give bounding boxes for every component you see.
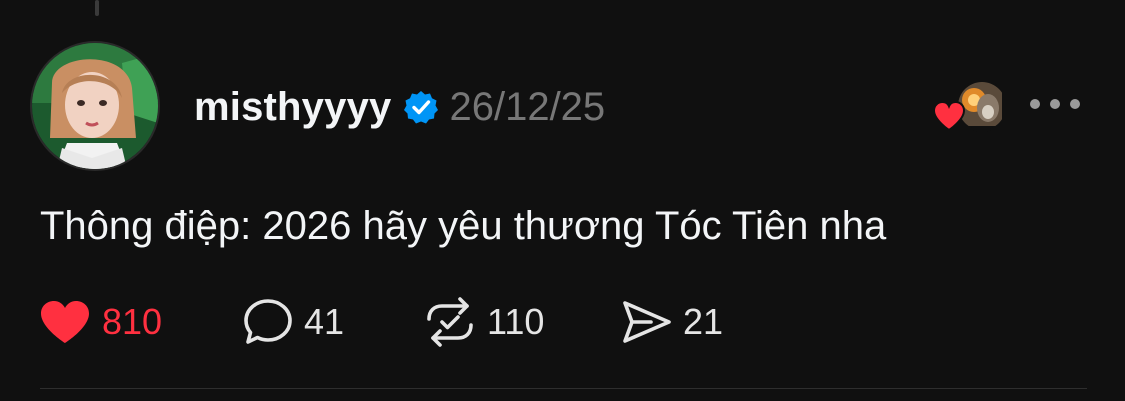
divider bbox=[40, 388, 1087, 389]
liked-by-avatars[interactable] bbox=[932, 80, 1008, 132]
repost-count: 110 bbox=[487, 301, 545, 342]
repost-icon bbox=[427, 297, 473, 347]
post-text: Thông điệp: 2026 hãy yêu thương Tóc Tiên… bbox=[40, 204, 887, 248]
action-bar: 810 41 110 21 bbox=[38, 296, 723, 348]
avatar[interactable] bbox=[30, 41, 160, 171]
username[interactable]: misthyyyy bbox=[194, 85, 391, 130]
like-count: 810 bbox=[102, 301, 163, 342]
share-count: 21 bbox=[683, 301, 724, 342]
repost-button[interactable]: 110 bbox=[423, 296, 621, 348]
more-dot bbox=[1070, 99, 1080, 109]
like-button[interactable]: 810 bbox=[38, 296, 242, 348]
share-button[interactable]: 21 bbox=[621, 296, 723, 348]
avatar-image bbox=[32, 43, 158, 169]
comment-icon bbox=[244, 299, 292, 344]
reply-button[interactable]: 41 bbox=[242, 296, 423, 348]
more-dot bbox=[1050, 99, 1060, 109]
heart-icon bbox=[41, 301, 89, 343]
post-timestamp: 26/12/25 bbox=[449, 84, 606, 129]
more-icon[interactable] bbox=[1030, 92, 1080, 116]
more-dot bbox=[1030, 99, 1040, 109]
share-icon bbox=[623, 301, 671, 343]
post-header: misthyyyy 26/12/25 bbox=[194, 82, 605, 132]
heart-icon bbox=[932, 100, 966, 132]
verified-badge-icon bbox=[403, 89, 439, 125]
thread-connector-line bbox=[95, 0, 99, 16]
reply-count: 41 bbox=[304, 301, 345, 342]
